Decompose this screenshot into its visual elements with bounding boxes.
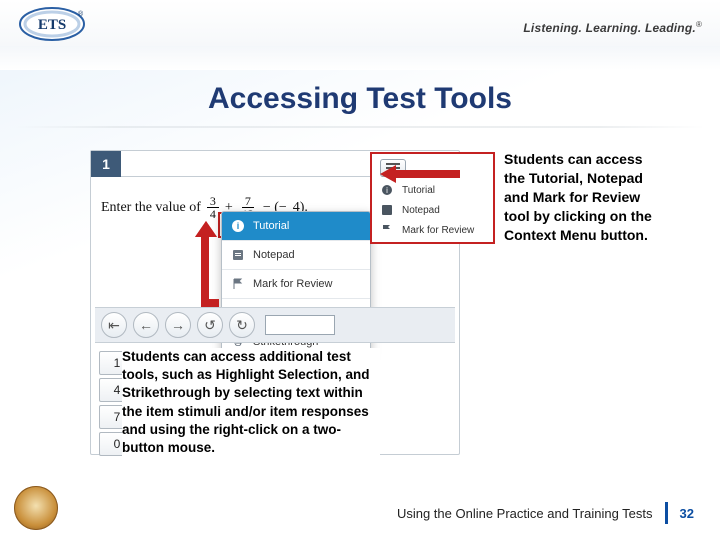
nav-next-button[interactable]: → [165,312,191,338]
context-menu-item-notepad[interactable]: Notepad [222,241,370,270]
header-band [0,0,720,70]
footer-label: Using the Online Practice and Training T… [397,506,653,521]
footer: Using the Online Practice and Training T… [397,502,694,524]
flag-icon [231,277,245,291]
page-title: Accessing Test Tools [0,82,720,116]
svg-text:®: ® [78,10,84,18]
context-menu-item-mark[interactable]: Mark for Review [222,270,370,299]
toolbox-item-mark[interactable]: Mark for Review [372,220,493,240]
callout-arrow-up [193,221,219,315]
ets-logo: ETS ® [18,4,96,44]
info-icon: i [231,219,245,233]
tagline: Listening. Learning. Leading.® [523,20,702,35]
notepad-icon [231,248,245,262]
toolbox-label: Tutorial [402,185,435,196]
toolbox-label: Notepad [402,205,440,216]
toolbox-item-tutorial[interactable]: i Tutorial [372,180,493,200]
context-menu-label: Notepad [253,249,295,261]
page-number: 32 [680,506,694,521]
title-divider [16,126,704,128]
prompt-prefix: Enter the value of [101,200,201,216]
svg-text:i: i [237,221,240,231]
seal-badge [14,486,58,530]
fraction-1: 3 4 [207,195,219,220]
context-menu-label: Tutorial [253,220,289,232]
answer-input[interactable] [265,315,335,335]
context-menu-item-tutorial[interactable]: i Tutorial [222,212,370,241]
notepad-icon [380,203,394,217]
nav-first-button[interactable]: ⇤ [101,312,127,338]
toolbox-item-notepad[interactable]: Notepad [372,200,493,220]
flag-icon [380,223,394,237]
toolbox-label: Mark for Review [402,225,474,236]
footer-divider [665,502,668,524]
slide: ETS ® Listening. Learning. Leading.® Acc… [0,0,720,540]
callout-right: Students can access the Tutorial, Notepa… [504,150,662,244]
callout-arrow-left [380,165,460,183]
info-icon: i [380,183,394,197]
answer-toolbar: ⇤ ← → ↺ ↻ [95,307,455,343]
nav-redo-button[interactable]: ↻ [229,312,255,338]
svg-text:i: i [386,186,388,195]
context-menu-label: Mark for Review [253,278,332,290]
callout-bottom: Students can access additional test tool… [122,348,380,457]
nav-undo-button[interactable]: ↺ [197,312,223,338]
svg-text:ETS: ETS [38,17,66,33]
question-number: 1 [91,151,121,177]
nav-prev-button[interactable]: ← [133,312,159,338]
